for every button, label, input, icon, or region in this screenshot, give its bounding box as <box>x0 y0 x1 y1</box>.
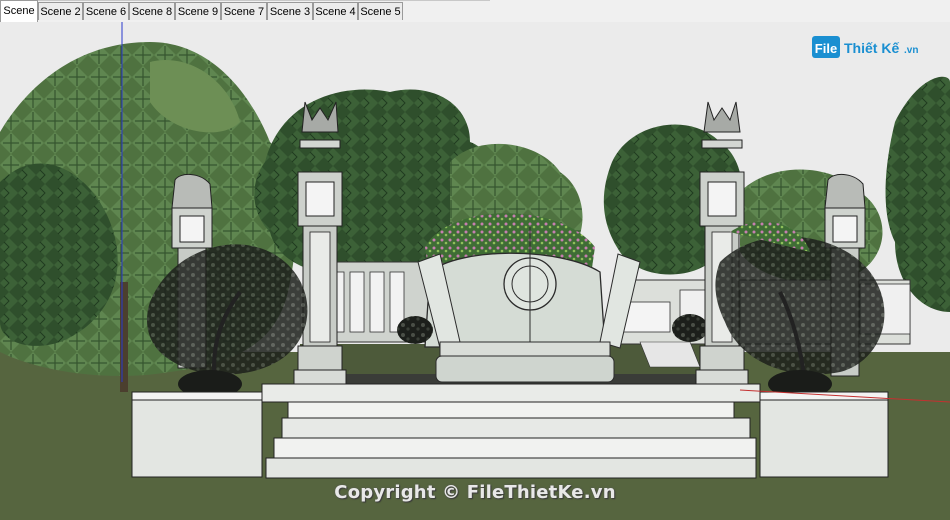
tab-scene-7[interactable]: Scene 7 <box>221 2 267 20</box>
logo-text-file: File <box>815 41 837 56</box>
shrub-back-left <box>397 316 433 344</box>
logo-graphic: File Thiết Kế .vn <box>812 36 918 58</box>
logo-text-thietke: Thiết Kế <box>844 40 899 56</box>
tab-scene-6[interactable]: Scene 6 <box>83 2 129 20</box>
memorial-gate-scene <box>0 22 950 520</box>
planter-box-left <box>131 391 272 478</box>
logo-text-vn: .vn <box>904 45 918 56</box>
planter-box-right <box>750 391 889 478</box>
3d-viewport[interactable]: File Thiết Kế .vn Copyright © FileThietK… <box>0 22 950 520</box>
scene-tab-bar: Scene 1 Scene 2 Scene 6 Scene 8 Scene 9 … <box>0 0 950 37</box>
tab-scene-8[interactable]: Scene 8 <box>129 2 175 20</box>
tab-bar-divider <box>0 0 490 1</box>
tab-scene-3[interactable]: Scene 3 <box>267 2 313 20</box>
tab-scene-1[interactable]: Scene 1 <box>0 0 38 37</box>
tab-scene-5[interactable]: Scene 5 <box>358 2 403 20</box>
tab-scene-9[interactable]: Scene 9 <box>175 2 221 20</box>
filethietke-logo: File Thiết Kế .vn <box>812 34 922 62</box>
shrub-back-right <box>672 314 708 342</box>
tab-scene-4[interactable]: Scene 4 <box>313 2 358 20</box>
copyright-watermark: Copyright © FileThietKe.vn <box>334 482 616 503</box>
front-steps <box>261 383 761 479</box>
tab-scene-2[interactable]: Scene 2 <box>38 2 83 20</box>
